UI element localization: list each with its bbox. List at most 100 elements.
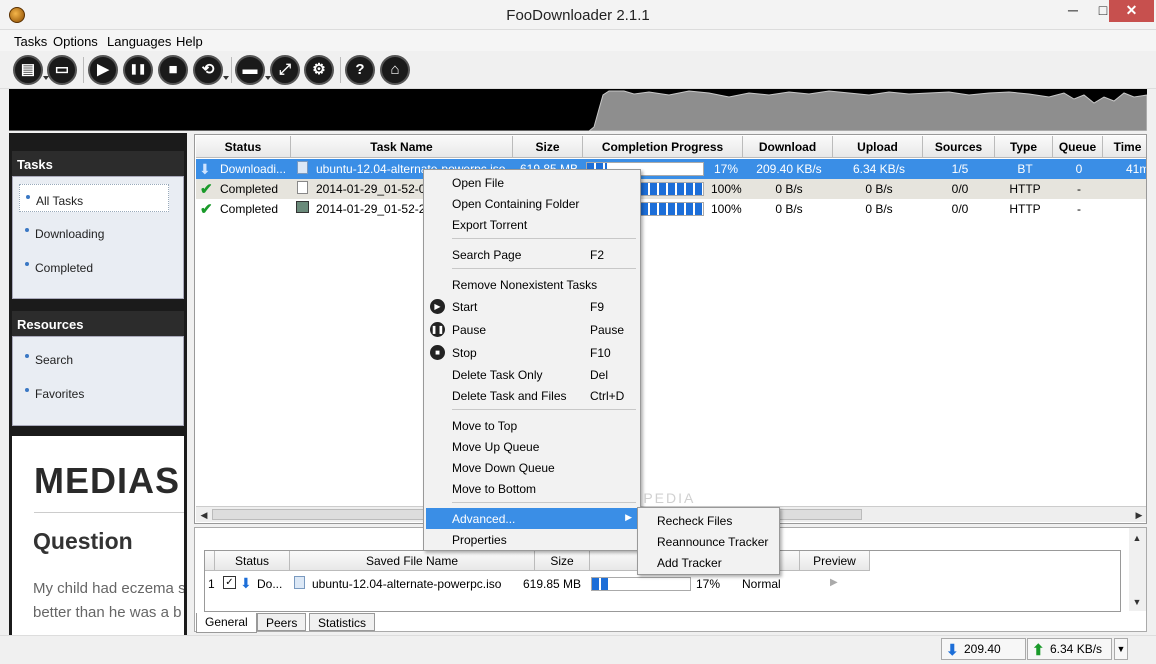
menu-separator xyxy=(452,502,636,503)
toolbar-separator xyxy=(340,57,341,83)
menu-item-reannounce-tracker[interactable]: Reannounce Tracker xyxy=(657,535,768,549)
column-header-saved-file-name[interactable]: Saved File Name xyxy=(290,551,535,571)
row-status: Completed xyxy=(220,182,279,196)
menu-bar: Tasks Options Languages Help xyxy=(0,30,1156,51)
checkbox[interactable]: ✓ xyxy=(223,576,236,589)
folder-icon[interactable]: ▬ xyxy=(235,55,271,85)
tab-peers[interactable]: Peers xyxy=(257,613,307,631)
scroll-down-icon[interactable]: ▼ xyxy=(1129,594,1145,610)
scroll-right-icon[interactable]: ▶ xyxy=(1131,507,1146,523)
menu-options[interactable]: Options xyxy=(53,34,98,49)
start-icon[interactable]: ▶ xyxy=(88,55,118,85)
column-header-queue[interactable]: Queue xyxy=(1053,136,1103,158)
menu-item-search-page[interactable]: Search Page F2 xyxy=(426,244,638,265)
checkmark-icon: ✔ xyxy=(200,201,213,218)
row-sources: 0/0 xyxy=(951,202,969,216)
menu-tasks[interactable]: Tasks xyxy=(14,34,47,49)
menu-item-delete-task-only[interactable]: Delete Task Only Del xyxy=(426,364,638,385)
menu-item-advanced[interactable]: Advanced... ▶ xyxy=(426,508,638,529)
menu-languages[interactable]: Languages xyxy=(107,34,171,49)
menu-item-label: Stop xyxy=(452,346,477,360)
table-row[interactable]: 1 ✓ ⬇ Do... ubuntu-12.04-alternate-power… xyxy=(205,574,1120,594)
preview-play-icon[interactable]: ▶ xyxy=(830,577,838,588)
row-queue: - xyxy=(1077,182,1081,196)
new-task-icon[interactable]: ▤ xyxy=(13,55,49,85)
menu-item-export-torrent[interactable]: Export Torrent xyxy=(426,214,638,235)
speed-graph xyxy=(9,89,1147,131)
menu-item-shortcut: Del xyxy=(590,368,609,382)
row-sources: 0/0 xyxy=(951,182,969,196)
column-header-time[interactable]: Time xyxy=(1103,136,1146,158)
column-header-progress[interactable]: Completion Progress xyxy=(583,136,743,158)
menu-item-open-file[interactable]: Open File xyxy=(426,172,638,193)
close-button[interactable]: ✕ xyxy=(1109,0,1154,22)
column-header-sources[interactable]: Sources xyxy=(923,136,995,158)
menu-item-move-up-queue[interactable]: Move Up Queue xyxy=(426,436,638,457)
menu-help[interactable]: Help xyxy=(176,34,203,49)
column-header-download[interactable]: Download xyxy=(743,136,833,158)
column-header-size[interactable]: Size xyxy=(513,136,583,158)
fullscreen-icon[interactable]: ⤢ xyxy=(270,55,300,85)
menu-item-move-down-queue[interactable]: Move Down Queue xyxy=(426,457,638,478)
menu-item-recheck-files[interactable]: Recheck Files xyxy=(657,514,732,528)
menu-item-remove-nonexistent[interactable]: Remove Nonexistent Tasks xyxy=(426,274,638,295)
home-icon[interactable]: ⌂ xyxy=(380,55,410,85)
settings-icon[interactable]: ⚙ xyxy=(304,55,334,85)
tab-statistics[interactable]: Statistics xyxy=(309,613,376,631)
status-dropdown-icon[interactable]: ▼ xyxy=(1114,638,1128,660)
progress-fill xyxy=(592,578,609,590)
menu-item-start[interactable]: ▶ Start F9 xyxy=(426,296,638,317)
menu-item-label: Move Down Queue xyxy=(452,461,555,475)
sidebar-item-favorites[interactable]: Favorites xyxy=(19,378,169,406)
stop-icon[interactable]: ■ xyxy=(158,55,188,85)
column-header-status[interactable]: Status xyxy=(196,136,291,158)
submenu-arrow-icon: ▶ xyxy=(625,512,632,522)
menu-item-properties[interactable]: Properties xyxy=(426,529,638,550)
menu-item-pause[interactable]: ❚❚ Pause Pause xyxy=(426,319,638,340)
help-icon[interactable]: ? xyxy=(345,55,375,85)
table-row[interactable]: ✔ Completed 2014-01-29_01-52-29 100% 0 B… xyxy=(196,199,1146,219)
row-upload: 0 B/s xyxy=(865,182,893,196)
menu-item-label: Search Page xyxy=(452,248,522,262)
column-header-preview[interactable]: Preview xyxy=(800,551,870,571)
sidebar-item-completed[interactable]: Completed xyxy=(19,252,169,280)
row-task-name: 2014-01-29_01-52-29 xyxy=(316,202,424,216)
minimize-button[interactable]: ─ xyxy=(1058,0,1088,22)
menu-item-label: Pause xyxy=(452,323,487,337)
menu-item-delete-task-and-files[interactable]: Delete Task and Files Ctrl+D xyxy=(426,385,638,406)
row-download: 0 B/s xyxy=(775,182,803,196)
pause-icon[interactable]: ❚❚ xyxy=(123,55,153,85)
menu-item-shortcut: F9 xyxy=(590,300,605,314)
sidebar-item-search[interactable]: Search xyxy=(19,344,169,372)
scroll-up-icon[interactable]: ▲ xyxy=(1129,530,1145,546)
column-header-type[interactable]: Type xyxy=(995,136,1053,158)
remove-icon[interactable]: ⟲ xyxy=(193,55,229,85)
table-row[interactable]: ⬇ Downloadi... ubuntu-12.04-alternate-po… xyxy=(196,159,1146,179)
toolbar-separator xyxy=(231,57,232,83)
open-icon[interactable]: ▭ xyxy=(47,55,77,85)
menu-item-shortcut: Pause xyxy=(590,323,625,337)
column-header-task-name[interactable]: Task Name xyxy=(291,136,513,158)
scroll-left-icon[interactable]: ◀ xyxy=(196,507,212,523)
menu-separator xyxy=(452,238,636,239)
menu-item-add-tracker[interactable]: Add Tracker xyxy=(657,556,722,570)
file-icon xyxy=(294,576,305,589)
menu-item-shortcut: F10 xyxy=(590,346,611,360)
column-header-size[interactable]: Size xyxy=(535,551,590,571)
menu-separator xyxy=(452,268,636,269)
ad-panel[interactable]: MEDIAS Question My child had eczema s be… xyxy=(12,436,184,636)
ad-text-line: better than he was a b xyxy=(33,604,182,621)
vertical-scrollbar[interactable]: ▲ ▼ xyxy=(1129,528,1146,611)
menu-item-open-containing-folder[interactable]: Open Containing Folder xyxy=(426,193,638,214)
sidebar-item-all-tasks[interactable]: All Tasks xyxy=(19,184,169,212)
menu-item-move-to-bottom[interactable]: Move to Bottom xyxy=(426,478,638,499)
row-index: 1 xyxy=(208,577,215,591)
column-header-upload[interactable]: Upload xyxy=(833,136,923,158)
sidebar-item-downloading[interactable]: Downloading xyxy=(19,218,169,246)
table-row[interactable]: ✔ Completed 2014-01-29_01-52-04 100% 0 B… xyxy=(196,179,1146,199)
menu-item-stop[interactable]: ■ Stop F10 xyxy=(426,342,638,363)
menu-item-move-to-top[interactable]: Move to Top xyxy=(426,415,638,436)
tab-general[interactable]: General xyxy=(196,613,257,633)
menu-item-label: Move to Top xyxy=(452,419,518,433)
column-header-status[interactable]: Status xyxy=(215,551,290,571)
